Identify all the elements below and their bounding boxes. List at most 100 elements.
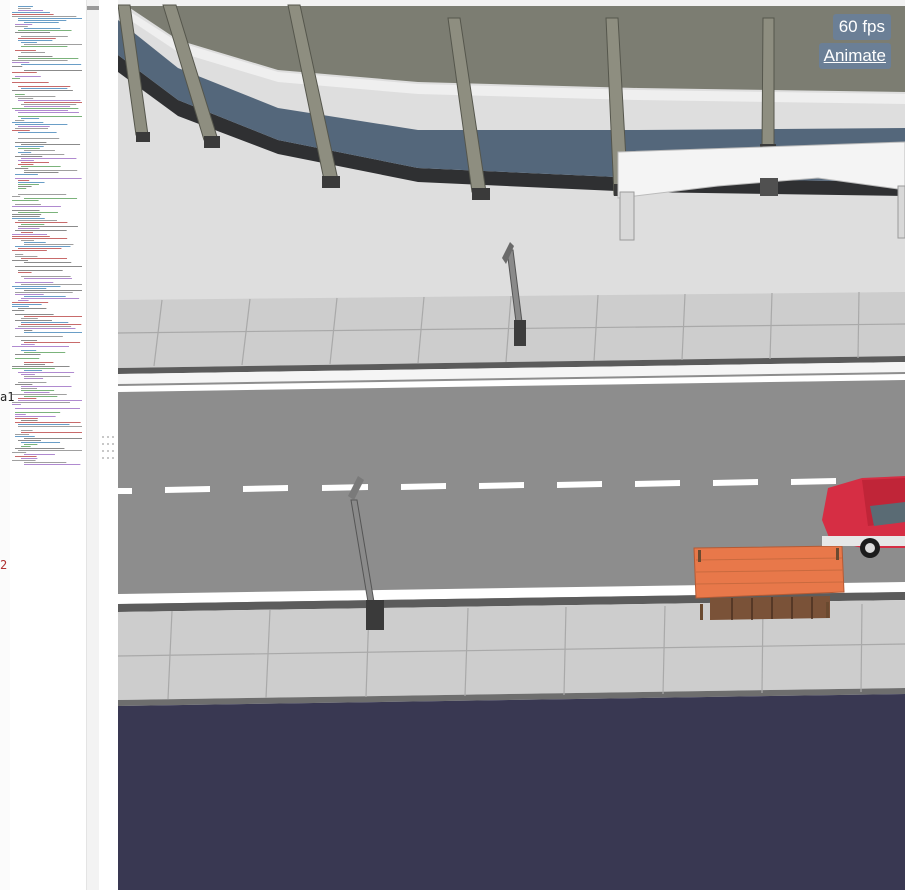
minimap-line [21,344,35,345]
minimap-line [24,244,74,245]
grip-dot [112,443,114,445]
minimap-line [15,414,26,415]
minimap-line [21,104,77,105]
minimap-line [24,150,55,151]
grip-dot [107,443,109,445]
minimap-line [18,228,40,229]
minimap-line [15,336,63,337]
minimap-line [18,132,57,133]
minimap-line [15,50,36,51]
minimap-line [24,376,71,377]
minimap-line [12,122,44,123]
minimap-line [12,234,48,235]
minimap-line [15,282,54,283]
minimap-line [21,386,72,387]
minimap-line [12,286,61,287]
minimap-line [12,14,54,15]
minimap-line [18,116,82,117]
code-editor-panel[interactable]: a1 2 [0,0,100,890]
minimap-line [15,124,68,125]
minimap-line [15,266,82,267]
minimap-line [18,220,57,221]
minimap-line [12,302,49,303]
minimap-line [21,64,82,65]
editor-scrollbar[interactable] [87,0,99,890]
minimap-line [12,196,21,197]
minimap-line [24,296,66,297]
minimap-line [12,12,50,13]
fps-counter: 60 fps [832,14,891,40]
minimap-line [18,248,62,249]
minimap-line [24,278,72,279]
minimap-line [18,326,72,327]
city-scene-canvas[interactable] [118,0,905,890]
minimap-line [12,404,21,405]
minimap-line [24,44,82,45]
minimap-line [21,458,38,459]
minimap-line [12,210,40,211]
minimap-line [15,294,44,295]
minimap-line [12,66,23,67]
minimap-line [12,394,67,395]
minimap-line [18,6,33,7]
minimap-line [24,290,82,291]
minimap-line [21,166,61,167]
minimap-line [21,46,68,47]
minimap-line [18,20,67,21]
minimap-line [15,314,54,315]
minimap-line [18,308,47,309]
minimap-line [24,172,59,173]
canopy-post [760,178,778,196]
minimap-line [24,464,81,465]
code-minimap[interactable] [10,6,86,886]
minimap-line [15,416,56,417]
minimap-line [21,162,50,163]
minimap-line [21,36,68,37]
minimap-line [12,214,42,215]
minimap-line [18,98,34,99]
minimap-line [15,412,61,413]
minimap-line [24,378,44,379]
minimap-line [18,184,39,185]
minimap-line [15,320,52,321]
minimap-line [12,368,55,369]
minimap-line [15,146,44,147]
minimap-line [12,62,30,63]
minimap-line [18,126,50,127]
minimap-line [24,106,71,107]
minimap-line [24,462,67,463]
minimap-line [21,144,81,145]
minimap-line [21,298,80,299]
minimap-line [18,300,29,301]
minimap-line [12,216,40,217]
minimap-line [12,452,27,453]
minimap-line [21,374,35,375]
minimap-line [24,332,82,333]
minimap-line [24,370,43,371]
3d-viewport[interactable]: 60 fps Animate [118,0,905,890]
minimap-line [15,354,41,355]
minimap-line [21,446,31,447]
minimap-line [18,18,82,19]
minimap-line [21,232,34,233]
minimap-line [15,120,25,121]
minimap-line [24,364,46,365]
animate-button[interactable]: Animate [818,43,891,69]
cropped-code-text: 2 [0,558,8,572]
minimap-line [12,90,73,91]
minimap-line [18,86,71,87]
grip-dot [102,436,104,438]
minimap-line [18,372,75,373]
minimap-line [15,456,37,457]
minimap-line [21,340,38,341]
minimap-line [21,390,55,391]
minimap-line [21,322,69,323]
minimap-line [15,24,33,25]
panel-resize-handle[interactable] [100,432,118,466]
minimap-line [15,288,47,289]
minimap-line [18,212,58,213]
minimap-line [24,22,59,23]
editor-scrollbar-thumb[interactable] [87,6,99,10]
grip-dot [107,457,109,459]
minimap-line [12,78,21,79]
